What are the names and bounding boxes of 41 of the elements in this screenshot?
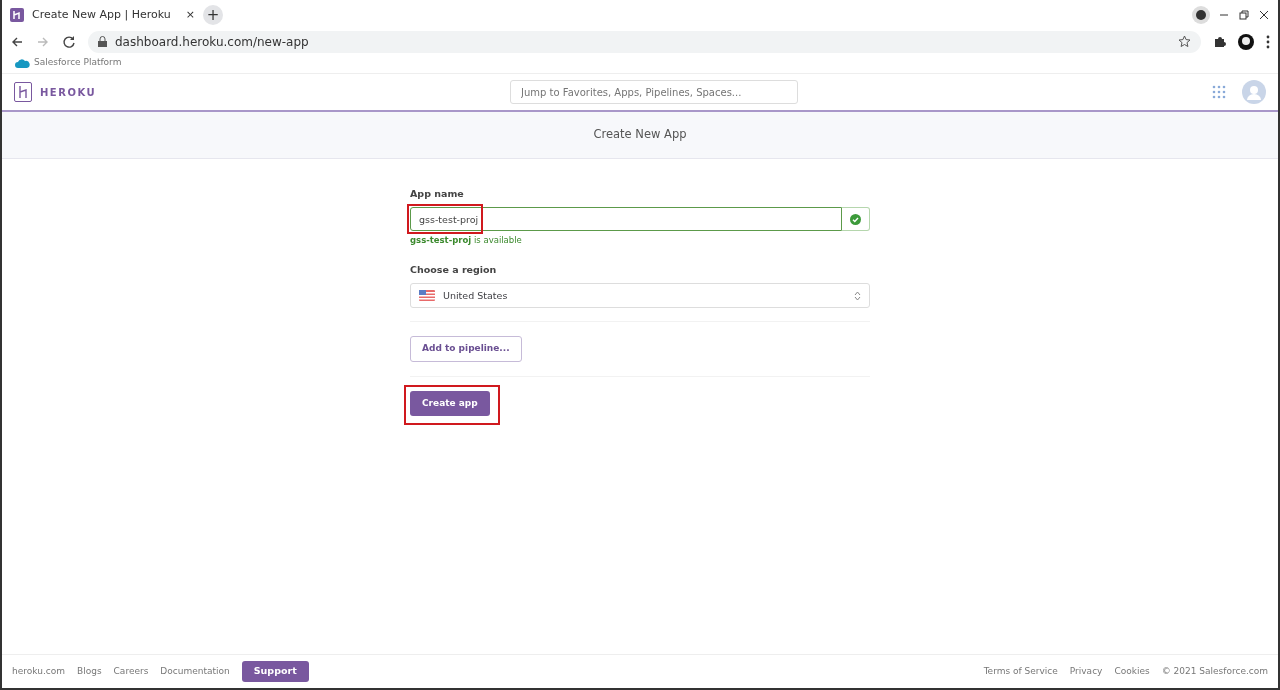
reload-icon[interactable] [62, 34, 76, 49]
profile-icon[interactable] [1192, 6, 1210, 24]
copyright-text: © 2021 Salesforce.com [1161, 664, 1268, 678]
star-icon[interactable] [1178, 35, 1191, 48]
platform-label: Salesforce Platform [34, 56, 122, 70]
cloud-icon [14, 57, 30, 69]
updown-caret-icon [854, 290, 861, 301]
heroku-logo-icon [14, 82, 32, 102]
add-to-pipeline-button[interactable]: Add to pipeline... [410, 336, 522, 362]
restore-icon[interactable] [1238, 9, 1250, 21]
close-icon[interactable] [1258, 9, 1270, 21]
tab-close-button[interactable]: × [185, 6, 195, 24]
browser-tab[interactable]: Create New App | Heroku × [10, 6, 195, 24]
flag-icon [419, 290, 435, 302]
support-button[interactable]: Support [241, 661, 309, 682]
create-app-button[interactable]: Create app [410, 390, 490, 417]
footer-link[interactable]: Documentation [160, 664, 230, 679]
footer-link[interactable]: Cookies [1114, 664, 1150, 679]
brand-name: HEROKU [40, 85, 97, 100]
address-bar[interactable]: dashboard.heroku.com/new-app [88, 30, 1201, 53]
more-icon[interactable] [1266, 34, 1270, 49]
page-title: Create New App [2, 112, 1278, 159]
footer-link[interactable]: Terms of Service [983, 664, 1058, 679]
favicon-icon [10, 8, 24, 22]
check-icon [850, 213, 861, 225]
availability-message: gss-test-proj is available [410, 234, 523, 247]
tab-title: Create New App | Heroku [32, 6, 172, 23]
field-label: App name [410, 187, 465, 201]
footer-link[interactable]: heroku.com [12, 664, 65, 679]
search-field[interactable]: Jump to Favorites, Apps, Pipelines, Spaces... [510, 80, 799, 104]
app-name-field[interactable]: gss-test-proj [410, 207, 842, 232]
puzzle-icon[interactable] [1213, 35, 1226, 48]
footer-link[interactable]: Blogs [77, 664, 102, 679]
field-label: Choose a region [410, 263, 498, 277]
region-select[interactable]: United States [410, 283, 870, 309]
lock-icon [98, 36, 107, 47]
url-text: dashboard.heroku.com/new-app [115, 33, 310, 51]
avatar-icon[interactable] [1238, 33, 1254, 50]
footer-link[interactable]: Privacy [1069, 664, 1103, 679]
new-tab-button[interactable]: + [203, 5, 223, 25]
footer-link[interactable]: Careers [113, 664, 149, 679]
